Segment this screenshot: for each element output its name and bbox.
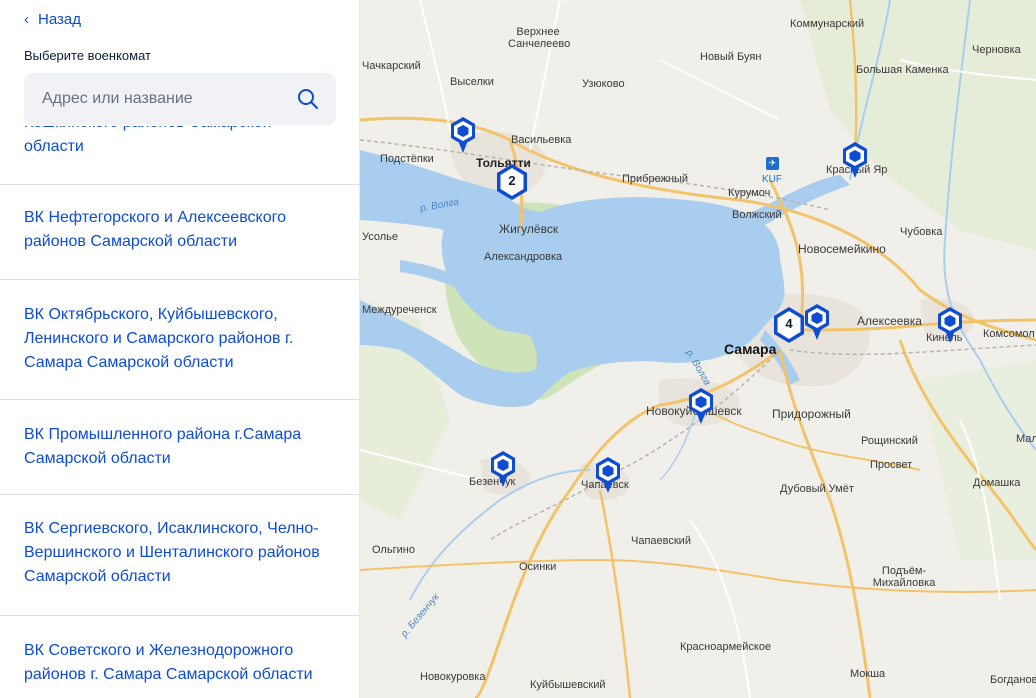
office-link[interactable]: ВК Промышленного района г.Самара Самарск… [24,423,314,471]
office-selection-panel: Кошкинского районов Самарской области ВК… [0,0,360,698]
search-input[interactable] [42,90,296,108]
office-marker[interactable] [935,306,965,344]
place-label: Верхнее Санчелеево [508,26,571,50]
search-box [24,73,336,125]
place-label: Дубовый Умёт [780,483,854,495]
place-label: Чапаевский [631,535,691,547]
place-label: Новосемейкино [798,242,886,256]
place-label: Усолье [362,231,399,243]
place-label: Узюково [582,78,625,90]
place-label: Мокша [850,668,886,680]
place-label: Волжский [732,209,782,221]
office-link[interactable]: ВК Нефтегорского и Алексеевского районов… [24,206,304,254]
place-label: Красноармейское [680,641,772,653]
marker-cluster[interactable]: 4 [772,306,806,344]
office-marker[interactable] [593,456,623,494]
place-label: Ольгино [372,544,415,556]
place-label: Междуреченск [362,304,437,316]
place-label: Коммунарский [790,18,865,30]
place-label: Выселки [450,76,494,88]
back-label: Назад [38,10,81,28]
map-view[interactable]: Верхнее Санчелеево Коммунарский Черновка… [360,0,1036,698]
list-item[interactable]: ВК Октябрьского, Куйбышевского, Ленинско… [0,280,359,400]
search-icon[interactable] [296,87,320,111]
office-marker[interactable] [488,450,518,488]
office-link[interactable]: ВК Сергиевского, Исаклинского, Челно-Вер… [24,517,329,589]
place-label: Рощинский [861,435,918,447]
place-label: Осинки [519,561,557,573]
cluster-count: 4 [785,316,793,331]
office-marker[interactable] [448,116,478,154]
map-canvas [360,0,1036,698]
place-label: Богдановка [990,674,1036,686]
place-label: Домашка [973,477,1021,489]
office-marker[interactable] [840,141,870,179]
place-label: Чачкарский [362,60,421,72]
place-label: Новокуровка [420,671,486,683]
place-label: Курумоч [728,187,771,199]
place-label: Александровка [484,251,563,263]
city-label: Самара [724,341,777,357]
cluster-count: 2 [508,173,516,188]
office-link[interactable]: ВК Октябрьского, Куйбышевского, Ленинско… [24,303,314,375]
place-label: Большая Каменка [856,64,949,76]
place-label: Подстёпки [380,153,434,165]
list-item[interactable]: ВК Советского и Железнодорожного районов… [0,616,359,698]
place-label: Чубовка [900,226,943,238]
airport-label: KUF [762,174,782,185]
place-label: Придорожный [772,407,851,421]
place-label: Подъём- Михайловка [872,565,936,589]
place-label: Куйбышевский [530,679,606,691]
back-link[interactable]: ‹ Назад [24,10,81,28]
list-item[interactable]: ВК Промышленного района г.Самара Самарск… [0,400,359,495]
office-marker[interactable] [802,303,832,341]
office-list-viewport[interactable]: Кошкинского районов Самарской области ВК… [0,126,359,698]
place-label: Прибрежный [622,173,689,185]
place-label: Васильевка [511,134,572,146]
list-item[interactable]: ВК Сергиевского, Исаклинского, Челно-Вер… [0,495,359,616]
office-link[interactable]: Кошкинского районов Самарской области [24,126,284,159]
airport-icon: ✈ [766,157,779,170]
list-item[interactable]: Кошкинского районов Самарской области [0,126,359,185]
place-label: Алексеевка [857,314,922,328]
place-label: Жигулёвск [499,222,559,236]
place-label: Черновка [972,44,1021,56]
app-root: Кошкинского районов Самарской области ВК… [0,0,1036,698]
chevron-left-icon: ‹ [24,10,29,28]
office-link[interactable]: ВК Советского и Железнодорожного районов… [24,639,324,687]
place-label: Новый Буян [700,51,762,63]
place-label: Комсомол [983,328,1035,340]
panel-title: Выберите военкомат [24,48,151,63]
office-marker[interactable] [686,387,716,425]
place-label: Просвет [870,459,913,471]
marker-cluster[interactable]: 2 [495,163,529,201]
place-label: Мал [1016,433,1036,445]
list-item[interactable]: ВК Нефтегорского и Алексеевского районов… [0,185,359,280]
